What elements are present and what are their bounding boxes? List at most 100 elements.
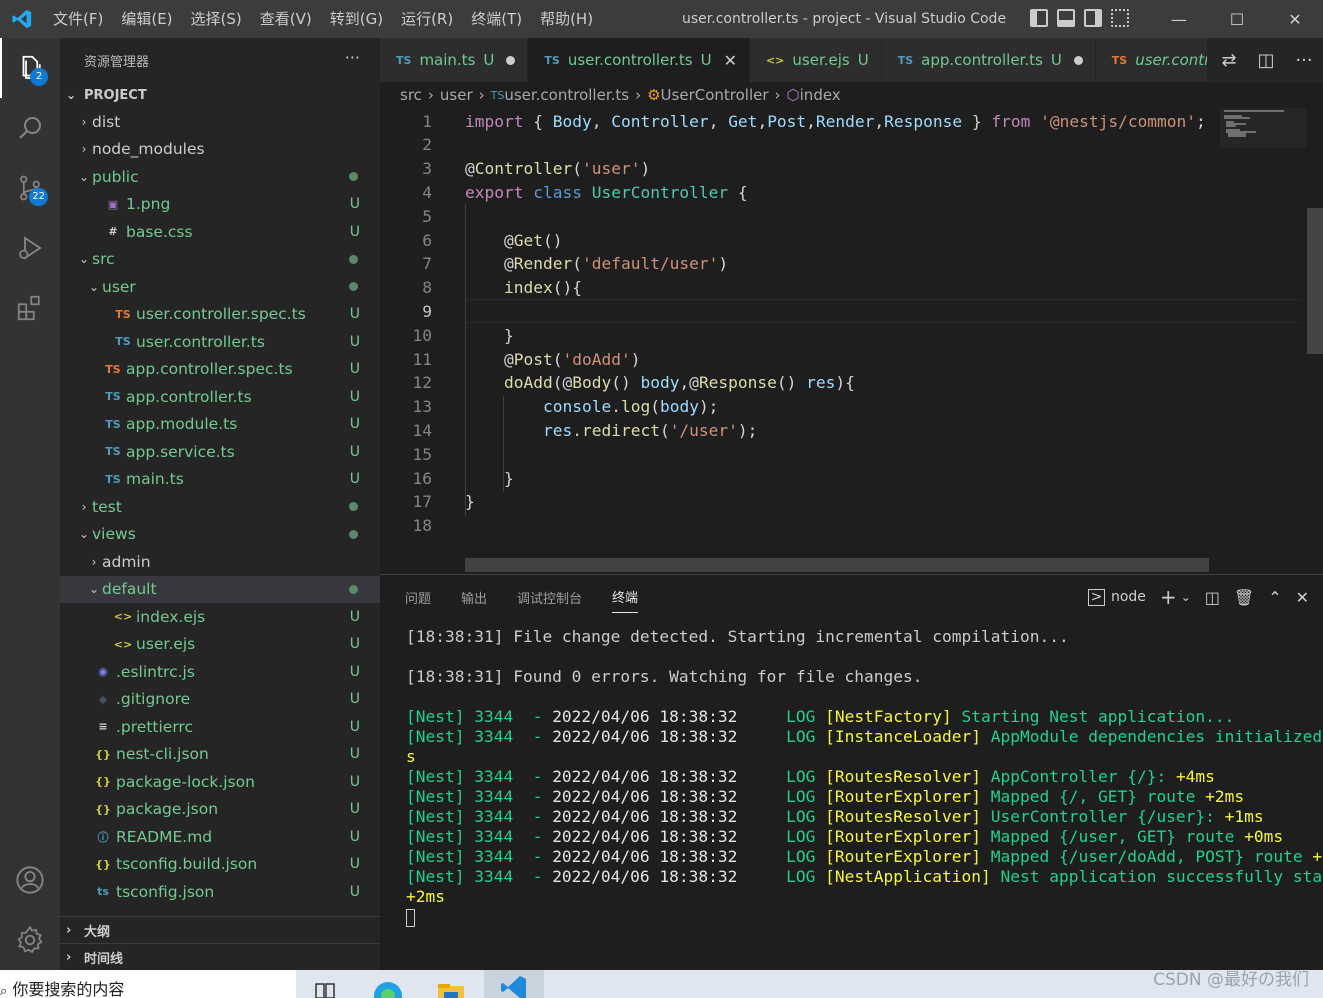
tree-item[interactable]: ts tsconfig.json U — [60, 878, 380, 906]
settings-gear-icon[interactable] — [0, 910, 60, 970]
tree-item-label: src — [92, 250, 115, 269]
menu-item[interactable]: 查看(V) — [251, 0, 321, 38]
tree-item[interactable]: TS app.controller.ts U — [60, 383, 380, 411]
code-token: ){ — [835, 373, 855, 393]
tree-item[interactable]: {} tsconfig.build.json U — [60, 851, 380, 879]
project-section-header[interactable]: ⌄ PROJECT — [60, 82, 380, 108]
code-editor[interactable]: 1 import { Body, Controller, Get,Post,Ren… — [380, 108, 1323, 574]
taskbar-search[interactable]: ⌕ 你要搜索的内容 — [0, 970, 296, 998]
breadcrumb-item[interactable]: src — [400, 86, 422, 104]
timeline-section[interactable]: › 时间线 — [60, 944, 380, 971]
new-terminal-icon[interactable]: + — [1160, 585, 1177, 609]
outline-section[interactable]: › 大纲 — [60, 917, 380, 944]
breadcrumb-item[interactable]: UserController — [661, 86, 769, 104]
tree-item[interactable]: ⌄ public — [60, 163, 380, 191]
tree-item[interactable]: TS user.controller.spec.ts U — [60, 301, 380, 329]
menu-item[interactable]: 编辑(E) — [112, 0, 181, 38]
close-window-button[interactable]: ✕ — [1266, 0, 1323, 38]
breadcrumb-item[interactable]: index — [800, 86, 841, 104]
tree-item[interactable]: TS app.controller.spec.ts U — [60, 356, 380, 384]
tree-item[interactable]: ⌄ views — [60, 521, 380, 549]
menu-item[interactable]: 转到(G) — [321, 0, 392, 38]
trash-icon[interactable]: 🗑 — [1234, 588, 1254, 607]
toggle-secondary-sidebar-icon[interactable] — [1084, 9, 1102, 27]
editor-tab[interactable]: <> user.ejs U — [749, 38, 882, 82]
tree-item[interactable]: TS app.service.ts U — [60, 438, 380, 466]
terminal-line: [Nest] 3344 - 2022/04/06 18:38:32 LOG [N… — [406, 707, 1311, 727]
menu-item[interactable]: 选择(S) — [182, 0, 251, 38]
tree-item[interactable]: ⓘ README.md U — [60, 823, 380, 851]
tree-item[interactable]: ▣ 1.png U — [60, 191, 380, 219]
minimize-button[interactable]: — — [1150, 0, 1208, 38]
more-actions-icon[interactable]: ··· — [1295, 50, 1312, 71]
terminal-name[interactable]: node — [1111, 589, 1146, 605]
code-token: Render — [513, 254, 573, 274]
edge-browser-icon[interactable] — [370, 974, 410, 998]
explorer-icon[interactable]: 2 — [0, 38, 60, 98]
tree-item[interactable]: {} package-lock.json U — [60, 768, 380, 796]
terminal-text: [Nest] 3344 - — [406, 767, 553, 786]
tree-item[interactable]: › admin — [60, 548, 380, 576]
chevron-down-icon[interactable]: ⌄ — [1181, 590, 1191, 604]
tree-item[interactable]: ◆ .gitignore U — [60, 686, 380, 714]
maximize-panel-icon[interactable]: ⌃ — [1268, 588, 1281, 607]
file-type-icon: # — [108, 225, 118, 239]
customize-layout-icon[interactable] — [1111, 9, 1129, 27]
editor-tab[interactable]: TS user.contro — [1095, 38, 1208, 82]
maximize-button[interactable]: ☐ — [1208, 0, 1266, 38]
more-actions-icon[interactable]: ··· — [345, 48, 360, 67]
tree-item[interactable]: ◉ .eslintrc.js U — [60, 658, 380, 686]
tree-item[interactable]: <> user.ejs U — [60, 631, 380, 659]
tree-item[interactable]: › node_modules — [60, 136, 380, 164]
line-number: 5 — [422, 206, 432, 226]
file-explorer-icon[interactable] — [434, 974, 474, 998]
vscode-taskbar-icon[interactable] — [484, 970, 544, 998]
panel-tab[interactable]: 终端 — [612, 581, 639, 613]
search-icon[interactable] — [0, 98, 60, 158]
horizontal-scrollbar[interactable] — [465, 558, 1209, 572]
tree-item[interactable]: <> index.ejs U — [60, 603, 380, 631]
tree-item[interactable]: › dist — [60, 108, 380, 136]
breadcrumb-item[interactable]: user.controller.ts — [504, 86, 629, 104]
menu-item[interactable]: 终端(T) — [462, 0, 531, 38]
panel-tab[interactable]: 问题 — [405, 582, 431, 613]
split-terminal-icon[interactable]: ◫ — [1205, 588, 1220, 607]
minimap[interactable] — [1220, 108, 1306, 568]
bottom-panel: 问题 输出 调试控制台 终端 > node + ⌄ ◫ 🗑 ⌃ ✕ [18:38:31… — [380, 574, 1323, 970]
tree-item[interactable]: ⌄ src — [60, 246, 380, 274]
split-editor-icon[interactable]: ◫ — [1257, 50, 1274, 71]
vertical-scrollbar[interactable] — [1307, 208, 1323, 354]
toggle-sidebar-icon[interactable] — [1030, 9, 1048, 27]
run-debug-icon[interactable] — [0, 218, 60, 278]
tree-item[interactable]: # base.css U — [60, 218, 380, 246]
extensions-icon[interactable] — [0, 278, 60, 338]
tree-item[interactable]: TS app.module.ts U — [60, 411, 380, 439]
tree-item[interactable]: › test — [60, 493, 380, 521]
close-tab-icon[interactable]: ✕ — [724, 51, 737, 70]
task-view-icon[interactable] — [312, 974, 352, 998]
close-panel-icon[interactable]: ✕ — [1296, 588, 1309, 607]
tree-item[interactable]: {} nest-cli.json U — [60, 741, 380, 769]
tree-item[interactable]: {} package.json U — [60, 796, 380, 824]
menu-item[interactable]: 运行(R) — [392, 0, 462, 38]
tree-item[interactable]: TS main.ts U — [60, 466, 380, 494]
panel-tab[interactable]: 调试控制台 — [517, 582, 582, 613]
tree-item[interactable]: TS user.controller.ts U — [60, 328, 380, 356]
menu-item[interactable]: 文件(F) — [44, 0, 112, 38]
source-control-icon[interactable]: 22 — [0, 158, 60, 218]
terminal-output[interactable]: [18:38:31] File change detected. Startin… — [406, 627, 1323, 927]
git-status-badge: U — [349, 746, 360, 763]
editor-tab[interactable]: TS main.ts U — [380, 38, 529, 82]
toggle-panel-icon[interactable] — [1057, 9, 1075, 27]
tree-item[interactable]: ⌄ default — [60, 575, 380, 603]
menu-item[interactable]: 帮助(H) — [531, 0, 602, 38]
tree-item[interactable]: ≡ .prettierrc U — [60, 713, 380, 741]
tree-item-label: app.controller.ts — [126, 387, 252, 406]
open-changes-icon[interactable]: ⇄ — [1221, 50, 1236, 71]
accounts-icon[interactable] — [0, 850, 60, 910]
editor-tab[interactable]: TS user.controller.ts U ✕ — [528, 38, 750, 82]
editor-tab[interactable]: TS app.controller.ts U — [881, 38, 1096, 82]
tree-item[interactable]: ⌄ user — [60, 273, 380, 301]
panel-tab[interactable]: 输出 — [461, 582, 487, 613]
breadcrumb-item[interactable]: user — [440, 86, 473, 104]
